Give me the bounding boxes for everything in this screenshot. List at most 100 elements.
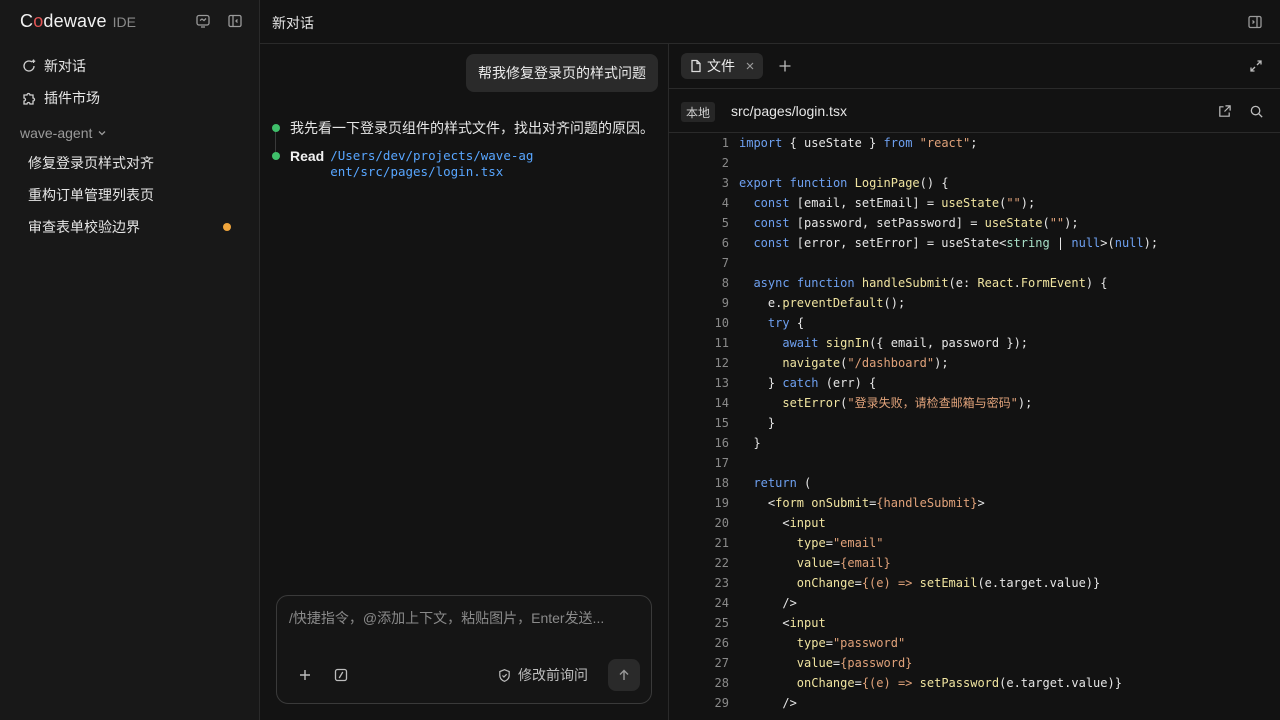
- code-text: onChange={(e) => setEmail(e.target.value…: [796, 576, 1101, 590]
- conversation-item[interactable]: 审查表单校验边界: [16, 211, 244, 243]
- code-line: 3 export function LoginPage() {: [669, 173, 1280, 193]
- ask-before-edit-toggle[interactable]: 修改前询问: [497, 665, 588, 685]
- workspace-group-toggle[interactable]: wave-agent: [20, 123, 107, 143]
- conversation-item[interactable]: 修复登录页样式对齐: [16, 147, 244, 179]
- add-tab-button[interactable]: [776, 57, 794, 75]
- code-line: 9 e.preventDefault();: [669, 293, 1280, 313]
- message-composer: 修改前询问: [276, 595, 652, 704]
- chat-history-icon[interactable]: [194, 12, 212, 30]
- code-text: } catch (err) {: [739, 376, 877, 390]
- add-attachment-button[interactable]: [294, 664, 316, 686]
- slash-command-button[interactable]: [330, 664, 352, 686]
- code-line: 13 } catch (err) {: [669, 373, 1280, 393]
- tool-file-link[interactable]: /Users/dev/projects/wave-agent/src/pages…: [330, 148, 540, 180]
- line-number: 23: [714, 576, 729, 590]
- search-icon[interactable]: [1247, 102, 1265, 120]
- code-line: 7: [669, 253, 1280, 273]
- code-text: const [email, setEmail] = useState("");: [753, 196, 1036, 210]
- tool-name: Read: [290, 148, 325, 164]
- user-message: 帮我修复登录页的样式问题: [466, 54, 658, 92]
- toggle-panel-icon[interactable]: [1246, 13, 1264, 31]
- line-number: 18: [714, 476, 729, 490]
- puzzle-icon: [20, 89, 38, 107]
- location-badge: 本地: [681, 102, 716, 122]
- plus-icon: [779, 60, 791, 72]
- line-number: 13: [714, 376, 729, 390]
- line-number: 3: [721, 176, 729, 190]
- code-text: setError("登录失败，请检查邮箱与密码");: [782, 396, 1033, 410]
- new-chat-icon: [20, 57, 38, 75]
- code-text: />: [739, 696, 797, 710]
- conversation-title: 重构订单管理列表页: [28, 187, 154, 203]
- send-button[interactable]: [608, 659, 640, 691]
- workspace-name: wave-agent: [20, 125, 93, 141]
- line-number: 14: [714, 396, 729, 410]
- editor-tabbar: 文件: [669, 44, 1280, 89]
- line-number: 11: [714, 336, 729, 350]
- sidebar-item-label: 新对话: [44, 58, 86, 74]
- open-external-icon[interactable]: [1215, 102, 1233, 120]
- code-text: navigate("/dashboard");: [782, 356, 949, 370]
- line-number: 15: [714, 416, 729, 430]
- code-line: 11 await signIn({ email, password });: [669, 333, 1280, 353]
- chevron-down-icon: [97, 128, 107, 138]
- line-number: 5: [721, 216, 729, 230]
- assistant-message: 我先看一下登录页组件的样式文件，找出对齐问题的原因。: [272, 120, 662, 136]
- code-line: 25 <input: [669, 613, 1280, 633]
- assistant-text: 我先看一下登录页组件的样式文件，找出对齐问题的原因。: [290, 120, 654, 136]
- code-line: 27 value={password}: [669, 653, 1280, 673]
- code-text: <input: [739, 516, 826, 530]
- code-text: type="password": [796, 636, 906, 650]
- code-text: import { useState } from "react";: [739, 136, 978, 150]
- code-text: onChange={(e) => setPassword(e.target.va…: [796, 676, 1122, 690]
- tab-label: 文件: [707, 58, 735, 74]
- code-line: 21 type="email": [669, 533, 1280, 553]
- mode-label: 修改前询问: [518, 667, 588, 683]
- message-input[interactable]: [289, 608, 639, 652]
- collapse-sidebar-icon[interactable]: [226, 12, 244, 30]
- code-line: 5 const [password, setPassword] = useSta…: [669, 213, 1280, 233]
- tab-file[interactable]: 文件: [681, 53, 763, 79]
- code-text: }: [739, 416, 776, 430]
- line-number: 28: [714, 676, 729, 690]
- top-header: 新对话: [260, 0, 1280, 44]
- code-line: 6 const [error, setError] = useState<str…: [669, 233, 1280, 253]
- code-text: export function LoginPage() {: [739, 176, 949, 190]
- line-number: 16: [714, 436, 729, 450]
- conversation-item[interactable]: 重构订单管理列表页: [16, 179, 244, 211]
- file-icon: [689, 59, 703, 73]
- code-text: const [password, setPassword] = useState…: [753, 216, 1079, 230]
- line-number: 6: [721, 236, 729, 250]
- tool-call-read: Read /Users/dev/projects/wave-agent/src/…: [272, 148, 662, 180]
- line-number: 10: [714, 316, 729, 330]
- assistant-timeline: 我先看一下登录页组件的样式文件，找出对齐问题的原因。 Read /Users/d…: [272, 120, 662, 180]
- line-number: 22: [714, 556, 729, 570]
- code-line: 18 return (: [669, 473, 1280, 493]
- code-line: 24 />: [669, 593, 1280, 613]
- code-line: 15 }: [669, 413, 1280, 433]
- code-line: 16 }: [669, 433, 1280, 453]
- expand-icon[interactable]: [1247, 57, 1265, 75]
- code-text: <input: [739, 616, 826, 630]
- code-line: 20 <input: [669, 513, 1280, 533]
- conversation-title: 审查表单校验边界: [28, 219, 140, 235]
- code-viewer[interactable]: 1 import { useState } from "react"; 2 3 expo…: [669, 133, 1280, 720]
- line-number: 7: [721, 256, 729, 270]
- page-title: 新对话: [272, 15, 314, 31]
- editor-panel: 文件 本地 src/pages/login.tsx 1 import { useS…: [668, 44, 1280, 720]
- line-number: 17: [714, 456, 729, 470]
- line-number: 1: [721, 136, 729, 150]
- sidebar-item-plugin-market[interactable]: 插件市场: [16, 82, 244, 114]
- sidebar-item-new-chat[interactable]: 新对话: [16, 50, 244, 82]
- status-dot: [272, 152, 280, 160]
- close-icon[interactable]: [745, 61, 755, 71]
- line-number: 12: [714, 356, 729, 370]
- chat-panel: 帮我修复登录页的样式问题 我先看一下登录页组件的样式文件，找出对齐问题的原因。 …: [260, 44, 668, 720]
- code-text: value={email}: [796, 556, 891, 570]
- code-text: async function handleSubmit(e: React.For…: [753, 276, 1108, 290]
- plus-icon: [300, 670, 310, 680]
- shield-check-icon: [497, 668, 512, 683]
- code-text: type="email": [796, 536, 884, 550]
- brand-logo[interactable]: Codewave IDE: [20, 11, 136, 33]
- code-line: 19 <form onSubmit={handleSubmit}>: [669, 493, 1280, 513]
